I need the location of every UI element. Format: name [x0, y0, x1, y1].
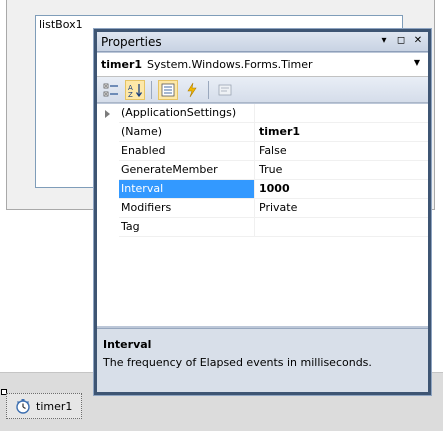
alphabetical-button[interactable]: A Z	[125, 79, 145, 100]
row-gutter	[97, 142, 119, 161]
categorized-button[interactable]	[101, 80, 121, 100]
property-value[interactable]	[255, 218, 428, 237]
property-name: Enabled	[119, 142, 255, 161]
property-row-name[interactable]: (Name) timer1	[97, 123, 428, 142]
properties-titlebar[interactable]: Properties ▾ ◻ ✕	[97, 32, 428, 52]
restore-icon[interactable]: ◻	[395, 34, 407, 48]
property-pages-icon	[218, 84, 232, 95]
description-text: The frequency of Elapsed events in milli…	[103, 356, 372, 369]
object-selector[interactable]: timer1 System.Windows.Forms.Timer ▼	[97, 53, 428, 77]
listbox-label: listBox1	[39, 18, 83, 31]
property-row-applicationsettings[interactable]: (ApplicationSettings)	[97, 104, 428, 123]
property-name: Interval	[119, 180, 255, 199]
toolbar-separator	[151, 80, 152, 99]
categorized-icon	[103, 83, 118, 96]
chevron-down-icon[interactable]: ▼	[414, 58, 420, 67]
property-name: (Name)	[119, 123, 255, 142]
properties-title: Properties	[101, 34, 162, 49]
property-value[interactable]	[255, 104, 428, 123]
object-type: System.Windows.Forms.Timer	[147, 58, 313, 71]
toolbar-separator	[208, 80, 209, 99]
lightning-icon	[187, 82, 197, 97]
properties-view-button[interactable]	[158, 79, 178, 100]
property-grid: (ApplicationSettings) (Name) timer1 Enab…	[97, 104, 428, 326]
property-row-enabled[interactable]: Enabled False	[97, 142, 428, 161]
close-icon[interactable]: ✕	[412, 34, 424, 48]
property-name: Modifiers	[119, 199, 255, 218]
sort-alphabetical-icon: A Z	[128, 83, 143, 98]
description-pane: Interval The frequency of Elapsed events…	[97, 328, 428, 392]
row-gutter	[97, 199, 119, 218]
property-value[interactable]: True	[255, 161, 428, 180]
property-row-generatemember[interactable]: GenerateMember True	[97, 161, 428, 180]
row-gutter	[97, 180, 119, 199]
row-gutter	[97, 218, 119, 237]
timer-icon	[16, 399, 30, 414]
events-button[interactable]	[182, 80, 202, 100]
property-name: (ApplicationSettings)	[119, 104, 255, 123]
property-value[interactable]: timer1	[255, 123, 428, 142]
expand-arrow-icon[interactable]	[105, 110, 110, 118]
properties-toolbar: A Z	[97, 77, 428, 103]
property-name: GenerateMember	[119, 161, 255, 180]
object-name: timer1	[101, 58, 143, 71]
tray-item-label: timer1	[36, 399, 73, 413]
window-position-dropdown-icon[interactable]: ▾	[378, 34, 390, 48]
svg-text:Z: Z	[128, 91, 133, 98]
row-gutter	[97, 123, 119, 142]
description-title: Interval	[103, 338, 152, 351]
property-row-modifiers[interactable]: Modifiers Private	[97, 199, 428, 218]
tray-item-timer1[interactable]: timer1	[6, 393, 82, 419]
properties-icon	[161, 83, 175, 96]
property-name: Tag	[119, 218, 255, 237]
property-value[interactable]: Private	[255, 199, 428, 218]
row-gutter	[97, 161, 119, 180]
properties-window: Properties ▾ ◻ ✕ timer1 System.Windows.F…	[94, 29, 431, 395]
property-row-interval[interactable]: Interval 1000	[97, 180, 428, 199]
property-value[interactable]: 1000	[255, 180, 428, 199]
property-pages-button[interactable]	[215, 80, 235, 100]
row-gutter	[97, 104, 119, 123]
property-row-tag[interactable]: Tag	[97, 218, 428, 237]
property-value[interactable]: False	[255, 142, 428, 161]
